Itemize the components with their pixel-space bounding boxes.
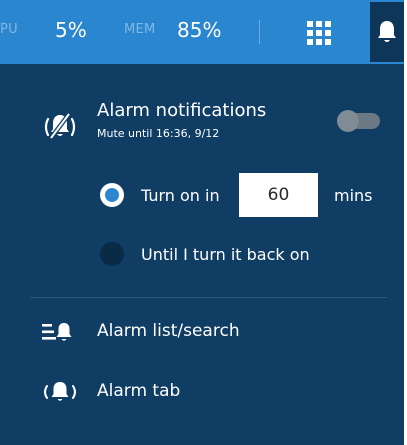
- alarm-bell-button[interactable]: [370, 2, 404, 62]
- until-turn-back-on-radio[interactable]: [100, 242, 124, 266]
- toggle-knob: [337, 110, 359, 132]
- top-status-bar: PU 5% MEM 85%: [0, 0, 404, 64]
- bell-icon: [378, 21, 396, 42]
- alarm-ringing-icon: [44, 382, 76, 401]
- minutes-unit-label: mins: [334, 186, 373, 205]
- mem-label: MEM: [124, 22, 156, 37]
- menu-item-alarm-tab[interactable]: Alarm tab: [30, 370, 387, 414]
- turn-on-in-radio[interactable]: [100, 183, 124, 207]
- alarm-list-search-label: Alarm list/search: [97, 321, 240, 341]
- grid-icon[interactable]: [306, 20, 334, 48]
- turn-on-in-label: Turn on in: [141, 186, 220, 205]
- alarm-tab-label: Alarm tab: [97, 381, 181, 401]
- alarm-list-icon: [42, 323, 72, 341]
- mem-value: 85%: [177, 18, 222, 42]
- mute-until-text: Mute until 16:36, 9/12: [97, 127, 220, 140]
- cpu-value: 5%: [55, 18, 87, 42]
- alarm-notifications-toggle[interactable]: [337, 110, 380, 132]
- radio-selected-dot: [105, 188, 119, 202]
- screen: PU 5% MEM 85% Alarm notifications Mute u…: [0, 0, 407, 445]
- panel-divider: [30, 297, 387, 298]
- minutes-input[interactable]: [239, 173, 318, 217]
- alarm-notifications-title: Alarm notifications: [97, 100, 267, 121]
- menu-item-alarm-list-search[interactable]: Alarm list/search: [30, 310, 387, 354]
- bell-muted-icon: [44, 112, 76, 140]
- alarm-dropdown-panel: Alarm notifications Mute until 16:36, 9/…: [0, 64, 404, 445]
- topbar-divider: [259, 20, 260, 44]
- cpu-label: PU: [0, 22, 18, 37]
- until-turn-back-on-label: Until I turn it back on: [141, 245, 310, 264]
